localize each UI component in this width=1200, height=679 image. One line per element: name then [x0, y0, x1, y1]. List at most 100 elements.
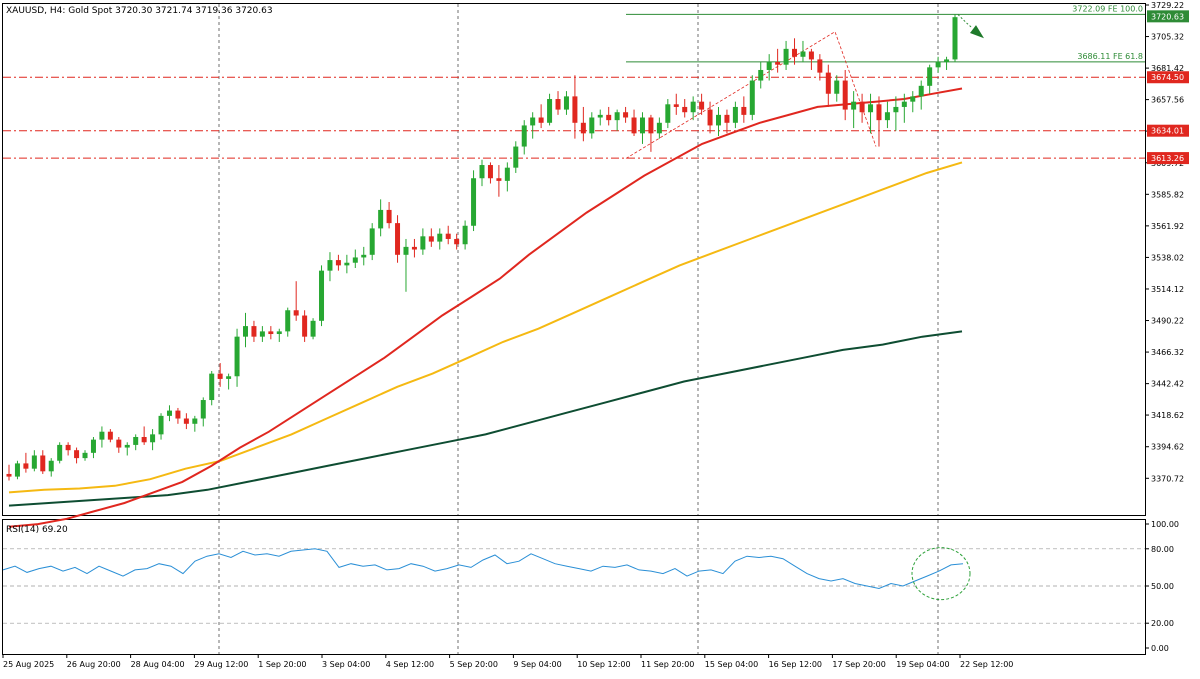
candle-body	[673, 104, 679, 107]
candle-body	[133, 436, 139, 445]
candle-body	[386, 209, 392, 224]
candle-body	[276, 331, 282, 335]
candle-body	[741, 106, 747, 115]
candle-body	[935, 62, 941, 68]
candle-body	[454, 238, 460, 245]
candle-body	[124, 444, 130, 448]
candle-body	[901, 101, 907, 107]
candle-body	[893, 106, 899, 113]
time-tick-label: 10 Sep 12:00	[577, 660, 630, 669]
candle-body	[775, 62, 781, 65]
price-tick-label: 3538.02	[1151, 253, 1184, 262]
time-tick-label: 22 Sep 12:00	[960, 660, 1013, 669]
level-price-label: 3674.50	[1151, 73, 1184, 82]
candle-body	[293, 310, 299, 316]
level-price-label: 3634.01	[1151, 127, 1184, 136]
candle-body	[183, 418, 189, 424]
candle-body	[513, 146, 519, 168]
candle-body	[14, 463, 20, 477]
candle-body	[918, 85, 924, 97]
candle-body	[369, 228, 375, 255]
price-chart[interactable]: 3722.09 FE 100.0 3686.11 FE 61.8 3729.22 3…	[0, 0, 1200, 675]
candle-body	[944, 59, 950, 63]
candle-body	[749, 80, 755, 115]
candle-body	[327, 260, 333, 271]
price-tick-label: 3466.32	[1151, 348, 1184, 357]
price-tick-label: 3705.32	[1151, 33, 1184, 42]
candle-body	[141, 436, 147, 443]
candle-body	[580, 122, 586, 134]
candle-body	[766, 62, 772, 70]
price-tick-label: 3490.22	[1151, 317, 1184, 326]
candle-body	[707, 109, 713, 126]
candle-body	[597, 114, 603, 118]
candle-body	[251, 326, 257, 337]
candle-body	[445, 233, 451, 239]
candle-body	[234, 336, 240, 377]
time-tick-label: 15 Sep 04:00	[705, 660, 758, 669]
rsi-tick-label: 0.00	[1151, 644, 1169, 653]
candle-body	[395, 223, 401, 255]
candle-body	[352, 257, 358, 263]
time-tick-label: 16 Sep 12:00	[769, 660, 822, 669]
candle-body	[57, 444, 63, 461]
candle-body	[868, 104, 874, 113]
candle-body	[487, 165, 493, 179]
candle-body	[243, 326, 248, 337]
candle-body	[437, 233, 443, 242]
candle-body	[876, 104, 882, 121]
candle-body	[462, 225, 468, 245]
candle-body	[175, 410, 181, 419]
time-tick-label: 4 Sep 12:00	[386, 660, 434, 669]
candle-body	[335, 260, 341, 266]
price-tick-label: 3370.72	[1151, 474, 1184, 483]
candle-body	[724, 114, 730, 123]
candle-body	[90, 439, 96, 453]
candle-body	[614, 112, 620, 121]
candle-body	[23, 463, 29, 469]
candle-body	[361, 254, 367, 258]
candle-body	[40, 455, 46, 472]
candle-body	[479, 165, 485, 179]
candle-body	[834, 80, 840, 94]
time-tick-label: 17 Sep 20:00	[832, 660, 885, 669]
candle-body	[268, 331, 274, 335]
time-tick-label: 26 Aug 20:00	[67, 660, 121, 669]
time-tick-label: 3 Sep 04:00	[322, 660, 370, 669]
candle-body	[851, 101, 857, 110]
candle-body	[665, 104, 671, 123]
candle-body	[817, 59, 823, 73]
candle-body	[639, 117, 645, 134]
candle-body	[428, 236, 434, 242]
candle-body	[411, 246, 417, 250]
candle-body	[783, 48, 789, 65]
price-tick-label: 3394.62	[1151, 443, 1184, 452]
candle-body	[65, 444, 71, 451]
candle-body	[31, 455, 37, 469]
candle-body	[884, 112, 890, 121]
rsi-tick-label: 100.00	[1151, 520, 1179, 529]
candle-body	[555, 99, 561, 110]
time-tick-label: 1 Sep 20:00	[258, 660, 306, 669]
time-tick-label: 5 Sep 20:00	[450, 660, 498, 669]
candle-body	[631, 117, 637, 134]
chart-background	[0, 0, 1200, 675]
candle-body	[471, 178, 477, 226]
candle-body	[792, 48, 798, 57]
candle-body	[200, 400, 206, 419]
fib-level-label: 3722.09 FE 100.0	[1072, 4, 1143, 13]
candle-body	[952, 17, 958, 60]
candle-body	[226, 376, 232, 379]
candle-body	[521, 125, 527, 147]
rsi-label: RSI(14) 69.20	[6, 525, 68, 535]
candle-body	[690, 101, 696, 113]
candle-body	[758, 69, 764, 81]
candle-body	[285, 310, 291, 332]
candle-body	[504, 167, 510, 181]
chart-title: XAUUSD, H4: Gold Spot 3720.30 3721.74 37…	[6, 6, 273, 16]
candle-body	[623, 112, 629, 118]
candle-body	[732, 106, 738, 123]
candle-body	[116, 439, 122, 448]
current-price-label: 3720.63	[1151, 12, 1184, 21]
price-tick-label: 3657.56	[1151, 96, 1184, 105]
